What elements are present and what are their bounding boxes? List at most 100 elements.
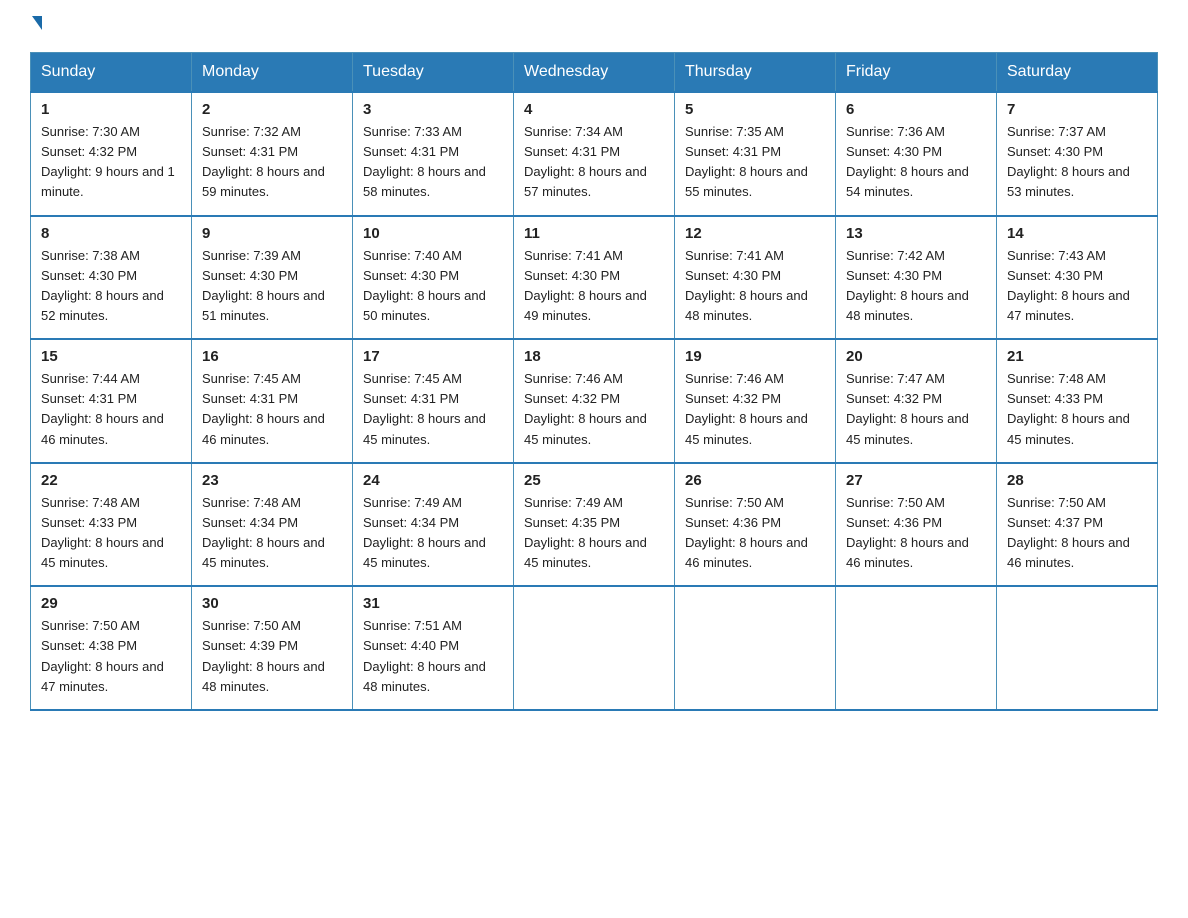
day-header-tuesday: Tuesday [353, 53, 514, 93]
day-info: Sunrise: 7:35 AMSunset: 4:31 PMDaylight:… [685, 122, 825, 203]
day-info: Sunrise: 7:46 AMSunset: 4:32 PMDaylight:… [685, 369, 825, 450]
calendar-day-cell: 27 Sunrise: 7:50 AMSunset: 4:36 PMDayligh… [836, 463, 997, 587]
calendar-day-cell: 20 Sunrise: 7:47 AMSunset: 4:32 PMDayligh… [836, 339, 997, 463]
day-number: 6 [846, 101, 986, 118]
calendar-day-cell: 22Sunrise: 7:48 AMSunset: 4:33 PMDayligh… [31, 463, 192, 587]
day-info: Sunrise: 7:50 AMSunset: 4:36 PMDaylight:… [685, 493, 825, 574]
day-number: 10 [363, 225, 503, 242]
day-number: 1 [41, 101, 181, 118]
day-info: Sunrise: 7:45 AMSunset: 4:31 PMDaylight:… [363, 369, 503, 450]
day-number: 23 [202, 472, 342, 489]
calendar-day-cell: 31Sunrise: 7:51 AMSunset: 4:40 PMDayligh… [353, 586, 514, 710]
calendar-day-cell: 14Sunrise: 7:43 AMSunset: 4:30 PMDayligh… [997, 216, 1158, 340]
day-info: Sunrise: 7:49 AMSunset: 4:35 PMDaylight:… [524, 493, 664, 574]
empty-cell [514, 586, 675, 710]
logo [30, 20, 42, 34]
calendar-day-cell: 8Sunrise: 7:38 AMSunset: 4:30 PMDaylight… [31, 216, 192, 340]
day-number: 19 [685, 348, 825, 365]
calendar-header-row: SundayMondayTuesdayWednesdayThursdayFrid… [31, 53, 1158, 93]
day-info: Sunrise: 7:44 AMSunset: 4:31 PMDaylight:… [41, 369, 181, 450]
day-number: 27 [846, 472, 986, 489]
page-header [30, 20, 1158, 34]
day-info: Sunrise: 7:41 AMSunset: 4:30 PMDaylight:… [524, 246, 664, 327]
day-info: Sunrise: 7:46 AMSunset: 4:32 PMDaylight:… [524, 369, 664, 450]
day-info: Sunrise: 7:47 AMSunset: 4:32 PMDaylight:… [846, 369, 986, 450]
calendar-week-row: 8Sunrise: 7:38 AMSunset: 4:30 PMDaylight… [31, 216, 1158, 340]
day-info: Sunrise: 7:39 AMSunset: 4:30 PMDaylight:… [202, 246, 342, 327]
calendar-day-cell: 7 Sunrise: 7:37 AMSunset: 4:30 PMDaylight… [997, 92, 1158, 216]
calendar-day-cell: 19 Sunrise: 7:46 AMSunset: 4:32 PMDayligh… [675, 339, 836, 463]
day-header-thursday: Thursday [675, 53, 836, 93]
day-number: 29 [41, 595, 181, 612]
calendar-day-cell: 29 Sunrise: 7:50 AMSunset: 4:38 PMDayligh… [31, 586, 192, 710]
calendar-table: SundayMondayTuesdayWednesdayThursdayFrid… [30, 52, 1158, 711]
day-info: Sunrise: 7:50 AMSunset: 4:38 PMDaylight:… [41, 616, 181, 697]
day-number: 26 [685, 472, 825, 489]
day-info: Sunrise: 7:50 AMSunset: 4:39 PMDaylight:… [202, 616, 342, 697]
calendar-day-cell: 1 Sunrise: 7:30 AMSunset: 4:32 PMDaylight… [31, 92, 192, 216]
day-info: Sunrise: 7:42 AMSunset: 4:30 PMDaylight:… [846, 246, 986, 327]
empty-cell [997, 586, 1158, 710]
empty-cell [836, 586, 997, 710]
day-number: 5 [685, 101, 825, 118]
calendar-week-row: 22Sunrise: 7:48 AMSunset: 4:33 PMDayligh… [31, 463, 1158, 587]
day-header-friday: Friday [836, 53, 997, 93]
calendar-day-cell: 21 Sunrise: 7:48 AMSunset: 4:33 PMDayligh… [997, 339, 1158, 463]
calendar-day-cell: 6 Sunrise: 7:36 AMSunset: 4:30 PMDaylight… [836, 92, 997, 216]
calendar-day-cell: 25 Sunrise: 7:49 AMSunset: 4:35 PMDayligh… [514, 463, 675, 587]
calendar-day-cell: 23 Sunrise: 7:48 AMSunset: 4:34 PMDayligh… [192, 463, 353, 587]
day-number: 28 [1007, 472, 1147, 489]
day-info: Sunrise: 7:40 AMSunset: 4:30 PMDaylight:… [363, 246, 503, 327]
day-number: 9 [202, 225, 342, 242]
day-info: Sunrise: 7:45 AMSunset: 4:31 PMDaylight:… [202, 369, 342, 450]
day-header-saturday: Saturday [997, 53, 1158, 93]
day-info: Sunrise: 7:43 AMSunset: 4:30 PMDaylight:… [1007, 246, 1147, 327]
day-info: Sunrise: 7:36 AMSunset: 4:30 PMDaylight:… [846, 122, 986, 203]
calendar-day-cell: 15 Sunrise: 7:44 AMSunset: 4:31 PMDayligh… [31, 339, 192, 463]
empty-cell [675, 586, 836, 710]
day-number: 21 [1007, 348, 1147, 365]
calendar-day-cell: 11 Sunrise: 7:41 AMSunset: 4:30 PMDayligh… [514, 216, 675, 340]
calendar-day-cell: 12 Sunrise: 7:41 AMSunset: 4:30 PMDayligh… [675, 216, 836, 340]
day-header-wednesday: Wednesday [514, 53, 675, 93]
day-info: Sunrise: 7:37 AMSunset: 4:30 PMDaylight:… [1007, 122, 1147, 203]
calendar-day-cell: 28 Sunrise: 7:50 AMSunset: 4:37 PMDayligh… [997, 463, 1158, 587]
day-info: Sunrise: 7:48 AMSunset: 4:34 PMDaylight:… [202, 493, 342, 574]
day-info: Sunrise: 7:50 AMSunset: 4:36 PMDaylight:… [846, 493, 986, 574]
day-number: 25 [524, 472, 664, 489]
day-number: 7 [1007, 101, 1147, 118]
calendar-day-cell: 16 Sunrise: 7:45 AMSunset: 4:31 PMDayligh… [192, 339, 353, 463]
day-number: 4 [524, 101, 664, 118]
day-number: 13 [846, 225, 986, 242]
day-header-sunday: Sunday [31, 53, 192, 93]
calendar-day-cell: 18Sunrise: 7:46 AMSunset: 4:32 PMDayligh… [514, 339, 675, 463]
day-header-monday: Monday [192, 53, 353, 93]
calendar-day-cell: 9 Sunrise: 7:39 AMSunset: 4:30 PMDaylight… [192, 216, 353, 340]
calendar-day-cell: 10 Sunrise: 7:40 AMSunset: 4:30 PMDayligh… [353, 216, 514, 340]
calendar-day-cell: 26 Sunrise: 7:50 AMSunset: 4:36 PMDayligh… [675, 463, 836, 587]
day-number: 16 [202, 348, 342, 365]
day-number: 24 [363, 472, 503, 489]
day-number: 12 [685, 225, 825, 242]
day-info: Sunrise: 7:34 AMSunset: 4:31 PMDaylight:… [524, 122, 664, 203]
day-number: 2 [202, 101, 342, 118]
calendar-day-cell: 2 Sunrise: 7:32 AMSunset: 4:31 PMDaylight… [192, 92, 353, 216]
calendar-day-cell: 4 Sunrise: 7:34 AMSunset: 4:31 PMDaylight… [514, 92, 675, 216]
day-info: Sunrise: 7:32 AMSunset: 4:31 PMDaylight:… [202, 122, 342, 203]
day-number: 31 [363, 595, 503, 612]
calendar-day-cell: 3Sunrise: 7:33 AMSunset: 4:31 PMDaylight… [353, 92, 514, 216]
calendar-day-cell: 17 Sunrise: 7:45 AMSunset: 4:31 PMDayligh… [353, 339, 514, 463]
day-info: Sunrise: 7:48 AMSunset: 4:33 PMDaylight:… [1007, 369, 1147, 450]
day-number: 20 [846, 348, 986, 365]
day-number: 17 [363, 348, 503, 365]
day-number: 11 [524, 225, 664, 242]
day-number: 15 [41, 348, 181, 365]
day-number: 22 [41, 472, 181, 489]
day-info: Sunrise: 7:30 AMSunset: 4:32 PMDaylight:… [41, 122, 181, 203]
day-info: Sunrise: 7:41 AMSunset: 4:30 PMDaylight:… [685, 246, 825, 327]
calendar-day-cell: 24Sunrise: 7:49 AMSunset: 4:34 PMDayligh… [353, 463, 514, 587]
day-info: Sunrise: 7:38 AMSunset: 4:30 PMDaylight:… [41, 246, 181, 327]
day-info: Sunrise: 7:50 AMSunset: 4:37 PMDaylight:… [1007, 493, 1147, 574]
calendar-week-row: 29 Sunrise: 7:50 AMSunset: 4:38 PMDayligh… [31, 586, 1158, 710]
logo-arrow-icon [32, 16, 42, 30]
